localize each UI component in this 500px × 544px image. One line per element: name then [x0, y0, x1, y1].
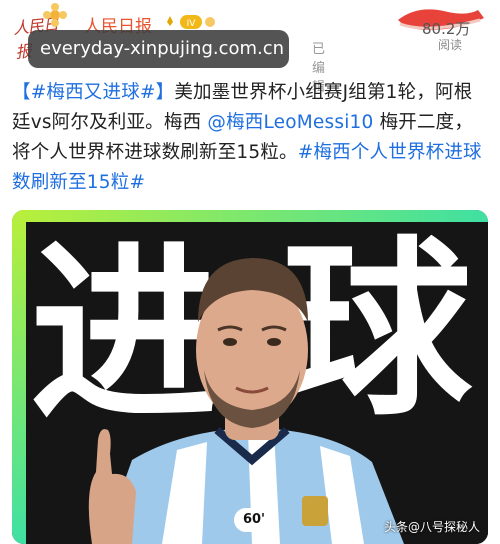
svg-text:IV: IV — [187, 19, 197, 29]
site-watermark: everyday-xinpujing.com.cn — [28, 30, 289, 68]
post-body: 【#梅西又进球#】美加墨世界杯小组赛J组第1轮，阿根廷vs阿尔及利亚。梅西 @梅… — [12, 78, 490, 198]
mention-link[interactable]: @梅西LeoMessi10 — [207, 112, 373, 133]
match-minute-badge: 60' — [234, 508, 274, 532]
post-image[interactable]: 进 球 60' 头条@八号探秘人 — [12, 210, 488, 544]
verified-badge-icon: IV — [164, 15, 215, 29]
hashtag-link[interactable]: 【#梅西又进球#】 — [12, 82, 174, 103]
flower-icon — [43, 3, 67, 27]
player-figure — [88, 258, 404, 544]
read-label: 阅读 — [438, 38, 463, 52]
source-attribution: 头条@八号探秘人 — [384, 520, 481, 534]
